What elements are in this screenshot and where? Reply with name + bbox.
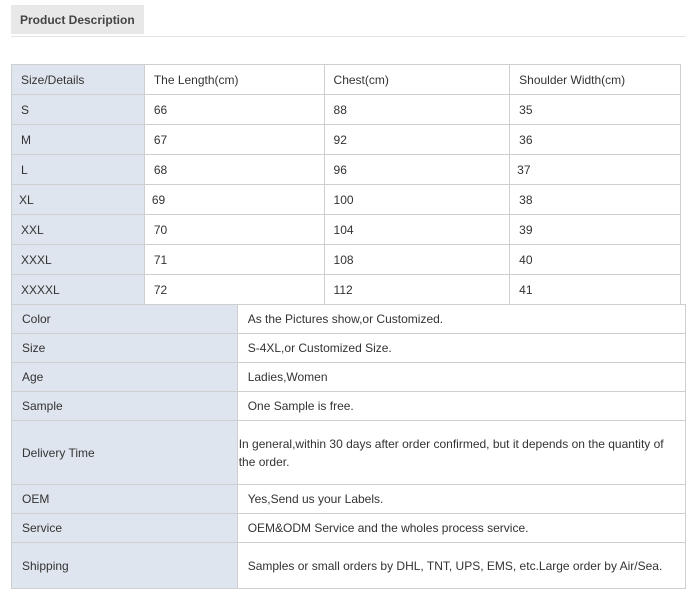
info-value: Yes,Send us your Labels.: [236, 484, 687, 514]
chest-cell: 108: [323, 244, 511, 275]
length-cell: 70: [143, 214, 325, 245]
info-value: One Sample is free.: [236, 391, 687, 421]
info-value: In general,within 30 days after order co…: [236, 420, 687, 485]
length-cell: 72: [143, 274, 325, 305]
size-label-cell: XXXXL: [11, 274, 145, 305]
info-label: Color: [11, 304, 238, 334]
info-row-size: Size S-4XL,or Customized Size.: [11, 333, 687, 363]
info-value: OEM&ODM Service and the wholes process s…: [236, 513, 687, 543]
chest-cell: 88: [323, 94, 511, 125]
info-label: Delivery Time: [11, 420, 238, 485]
size-table-row: XL 69 100 38: [11, 184, 681, 215]
info-label: Age: [11, 362, 238, 392]
size-table-row: XXXL 71 108 40: [11, 244, 681, 275]
info-value: S-4XL,or Customized Size.: [236, 333, 687, 363]
info-label: Size: [11, 333, 238, 363]
chest-cell: 92: [323, 124, 511, 155]
size-table-header-cell: Size/Details: [11, 64, 145, 95]
length-cell: 71: [143, 244, 325, 275]
tab-product-description[interactable]: Product Description: [11, 5, 144, 34]
size-table-row: S 66 88 35: [11, 94, 681, 125]
length-cell: 67: [143, 124, 325, 155]
size-table-header-cell: Shoulder Width(cm): [509, 64, 681, 95]
info-row-shipping: Shipping Samples or small orders by DHL,…: [11, 542, 687, 589]
info-label: Shipping: [11, 542, 238, 589]
shoulder-cell: 40: [509, 244, 681, 275]
size-table-row: L 68 96 37: [11, 154, 681, 185]
info-row-oem: OEM Yes,Send us your Labels.: [11, 484, 687, 514]
chest-cell: 100: [323, 184, 511, 215]
tab-bar: Product Description: [11, 5, 686, 37]
product-info-table: Color As the Pictures show,or Customized…: [11, 304, 687, 589]
chest-cell: 112: [323, 274, 511, 305]
size-label-cell: XXXL: [11, 244, 145, 275]
shoulder-cell: 38: [509, 184, 681, 215]
info-row-delivery-time: Delivery Time In general,within 30 days …: [11, 420, 687, 485]
info-label: Service: [11, 513, 238, 543]
size-label-cell: L: [11, 154, 145, 185]
length-cell: 69: [143, 184, 325, 215]
size-table-header-cell: Chest(cm): [323, 64, 511, 95]
size-label-cell: S: [11, 94, 145, 125]
shoulder-cell: 36: [509, 124, 681, 155]
chest-cell: 104: [323, 214, 511, 245]
info-label: OEM: [11, 484, 238, 514]
shoulder-cell: 37: [509, 154, 681, 185]
size-table-header-row: Size/Details The Length(cm) Chest(cm) Sh…: [11, 64, 681, 95]
info-row-color: Color As the Pictures show,or Customized…: [11, 304, 687, 334]
size-table-header-cell: The Length(cm): [143, 64, 325, 95]
length-cell: 66: [143, 94, 325, 125]
shoulder-cell: 35: [509, 94, 681, 125]
length-cell: 68: [143, 154, 325, 185]
size-chart-table: Size/Details The Length(cm) Chest(cm) Sh…: [11, 64, 681, 305]
info-value: As the Pictures show,or Customized.: [236, 304, 687, 334]
size-label-cell: M: [11, 124, 145, 155]
shoulder-cell: 41: [509, 274, 681, 305]
info-label: Sample: [11, 391, 238, 421]
info-row-service: Service OEM&ODM Service and the wholes p…: [11, 513, 687, 543]
size-label-cell: XL: [11, 184, 145, 215]
chest-cell: 96: [323, 154, 511, 185]
shoulder-cell: 39: [509, 214, 681, 245]
size-table-row: XXXXL 72 112 41: [11, 274, 681, 305]
size-table-row: XXL 70 104 39: [11, 214, 681, 245]
info-value: Ladies,Women: [236, 362, 687, 392]
info-row-sample: Sample One Sample is free.: [11, 391, 687, 421]
size-table-row: M 67 92 36: [11, 124, 681, 155]
size-label-cell: XXL: [11, 214, 145, 245]
info-row-age: Age Ladies,Women: [11, 362, 687, 392]
info-value: Samples or small orders by DHL, TNT, UPS…: [236, 542, 687, 589]
